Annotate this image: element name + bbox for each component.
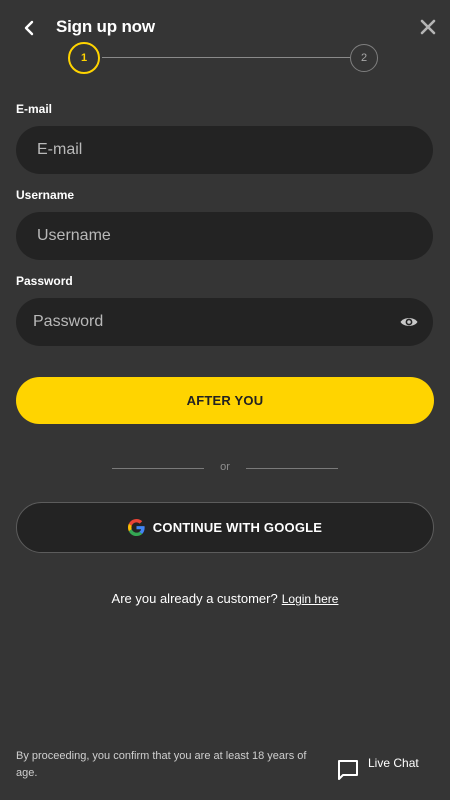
live-chat-label: Live Chat bbox=[368, 756, 419, 770]
divider-line-right bbox=[246, 468, 338, 469]
back-button[interactable] bbox=[18, 17, 40, 39]
divider-or-text: or bbox=[220, 461, 230, 473]
email-field-wrap bbox=[16, 126, 433, 174]
continue-with-google-button[interactable]: CONTINUE WITH GOOGLE bbox=[16, 502, 434, 553]
progress-stepper: 1 2 bbox=[68, 42, 378, 74]
login-prompt-text: Are you already a customer? bbox=[111, 591, 278, 606]
divider-line-left bbox=[112, 468, 204, 469]
password-label: Password bbox=[16, 274, 73, 288]
password-input[interactable] bbox=[16, 298, 433, 346]
toggle-password-visibility-button[interactable] bbox=[399, 312, 419, 332]
email-label: E-mail bbox=[16, 102, 53, 116]
password-field-wrap bbox=[16, 298, 433, 346]
live-chat-button[interactable]: Live Chat bbox=[336, 754, 436, 784]
step-2-indicator: 2 bbox=[350, 44, 378, 72]
step-1-indicator: 1 bbox=[68, 42, 100, 74]
username-input[interactable] bbox=[16, 212, 433, 260]
close-button[interactable] bbox=[418, 17, 438, 37]
after-you-button[interactable]: AFTER YOU bbox=[16, 377, 434, 424]
stepper-line bbox=[102, 57, 350, 58]
email-input[interactable] bbox=[16, 126, 433, 174]
chat-bubble-icon bbox=[338, 760, 358, 780]
age-disclaimer: By proceeding, you confirm that you are … bbox=[16, 750, 307, 779]
close-icon bbox=[420, 19, 436, 35]
chevron-left-icon bbox=[24, 20, 34, 36]
page-title: Sign up now bbox=[56, 17, 155, 36]
google-icon bbox=[127, 519, 145, 536]
username-field-wrap bbox=[16, 212, 433, 260]
eye-icon bbox=[400, 318, 418, 326]
username-label: Username bbox=[16, 188, 75, 202]
login-here-link[interactable]: Login here bbox=[282, 592, 339, 606]
login-row: Are you already a customer? Login here bbox=[0, 591, 450, 606]
google-button-label: CONTINUE WITH GOOGLE bbox=[152, 520, 323, 535]
